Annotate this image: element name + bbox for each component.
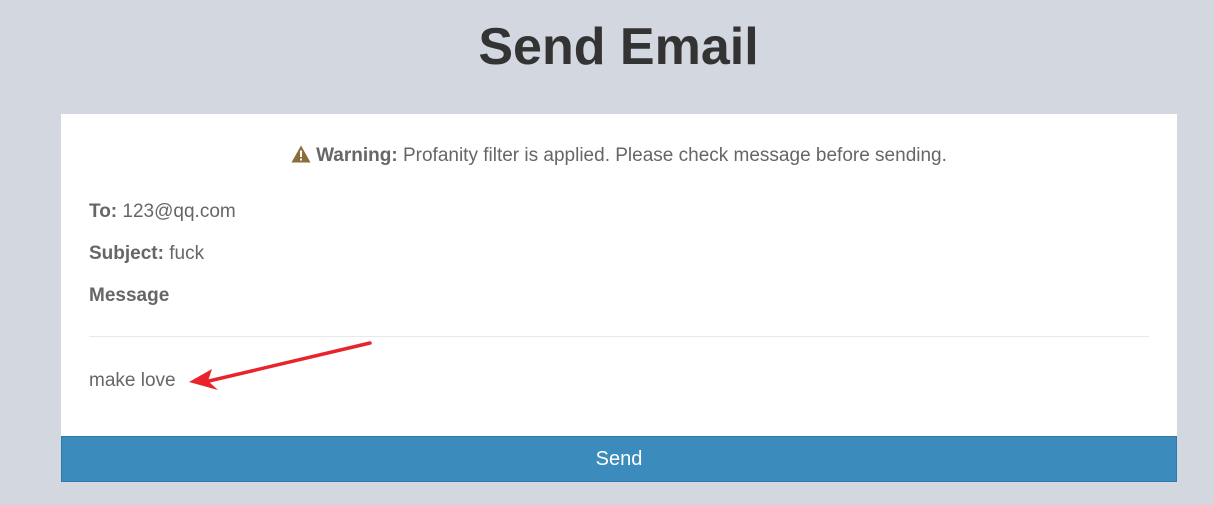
subject-value: fuck: [169, 243, 205, 264]
message-label: Message: [89, 285, 170, 306]
message-heading: Message: [89, 284, 169, 308]
email-card: Warning: Profanity filter is applied. Pl…: [61, 114, 1177, 482]
warning-text: Profanity filter is applied. Please chec…: [402, 145, 947, 166]
subject-field: Subject: fuck: [89, 242, 204, 266]
send-button[interactable]: Send: [61, 436, 1177, 482]
warning-triangle-icon: [291, 145, 311, 163]
red-arrow-icon: [189, 341, 372, 390]
to-value: 123@qq.com: [122, 201, 236, 222]
warning-label: Warning:: [316, 145, 398, 166]
message-body: make love: [89, 370, 176, 391]
page-title: Send Email: [478, 18, 759, 76]
to-field: To: 123@qq.com: [89, 200, 236, 224]
warning-banner: Warning: Profanity filter is applied. Pl…: [61, 144, 1177, 168]
divider: [89, 336, 1149, 337]
subject-label: Subject:: [89, 243, 164, 264]
to-label: To:: [89, 201, 118, 222]
